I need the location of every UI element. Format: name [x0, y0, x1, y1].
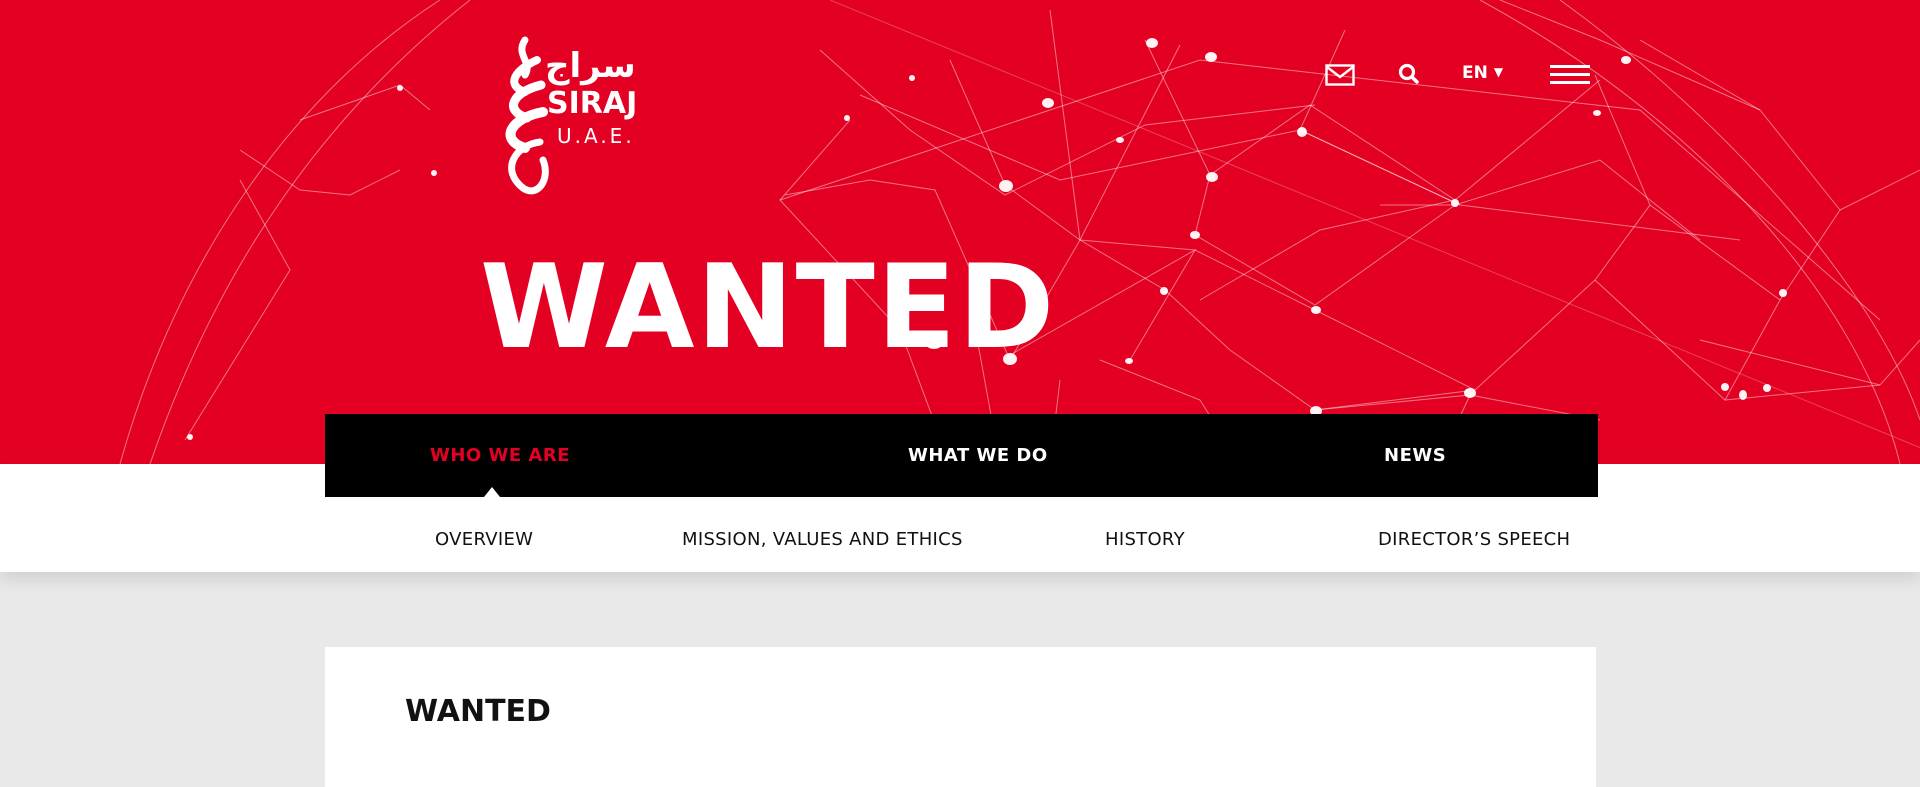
- main-nav-news[interactable]: NEWS: [1384, 414, 1446, 497]
- main-nav: WHO WE ARE WHAT WE DO NEWS: [325, 414, 1598, 497]
- envelope-icon[interactable]: [1325, 64, 1355, 91]
- subnav-overview[interactable]: OVERVIEW: [435, 529, 533, 550]
- hero-banner: سراج SIRAJ U.A.E. EN ▼ WANTED: [0, 0, 1920, 464]
- logo-arabic-text: سراج: [545, 46, 636, 86]
- caret-down-icon: ▼: [1493, 65, 1504, 79]
- content-title: WANTED: [405, 694, 551, 729]
- subnav-history[interactable]: HISTORY: [1105, 529, 1185, 550]
- content-card: WANTED: [325, 647, 1596, 787]
- network-globe-graphic: [119, 0, 1920, 464]
- hero-title: WANTED: [480, 240, 1057, 375]
- language-selector[interactable]: EN ▼: [1462, 63, 1503, 83]
- main-nav-what-we-do[interactable]: WHAT WE DO: [908, 414, 1048, 497]
- logo-wordmark: SIRAJ: [547, 86, 638, 121]
- logo-region: U.A.E.: [557, 124, 635, 148]
- language-label: EN: [1462, 63, 1488, 83]
- subnav-mission-values-ethics[interactable]: MISSION, VALUES AND ETHICS: [682, 529, 963, 550]
- hamburger-icon[interactable]: [1550, 65, 1590, 90]
- subnav-directors-speech[interactable]: DIRECTOR’S SPEECH: [1378, 529, 1570, 550]
- magnifier-icon[interactable]: [1398, 63, 1420, 90]
- active-pointer-icon: [484, 487, 500, 497]
- main-nav-who-we-are[interactable]: WHO WE ARE: [430, 414, 570, 497]
